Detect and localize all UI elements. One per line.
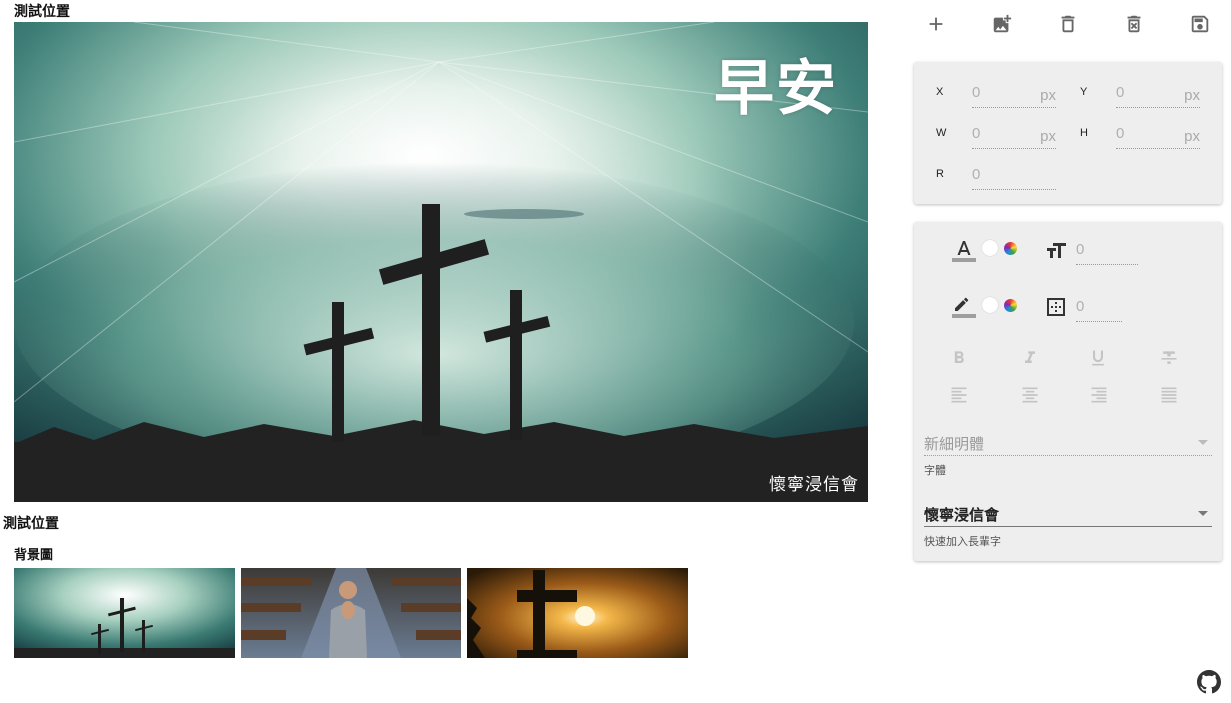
- text-color-button[interactable]: [952, 238, 976, 262]
- thumbnail-image: [467, 568, 688, 658]
- canvas-title-text[interactable]: 早安: [714, 40, 838, 127]
- plus-icon: [929, 17, 943, 31]
- thumbnail-image: [14, 568, 235, 658]
- thumbnail-cross-sunset[interactable]: [467, 568, 688, 658]
- font-family-select[interactable]: 新細明體: [924, 430, 1212, 456]
- align-center-icon: [1022, 387, 1038, 403]
- w-field[interactable]: px: [972, 123, 1056, 149]
- delete-button[interactable]: [1054, 10, 1082, 38]
- stroke-color-picker-icon[interactable]: [1004, 299, 1017, 312]
- stroke-width-field[interactable]: [1076, 296, 1122, 322]
- delete-forever-icon: [1127, 15, 1141, 33]
- align-left-icon: [951, 387, 967, 403]
- y-unit: px: [1184, 87, 1200, 104]
- x-label: X: [936, 86, 944, 98]
- w-input[interactable]: [972, 125, 1032, 142]
- strikethrough-icon: [1161, 351, 1177, 364]
- h-input[interactable]: [1116, 125, 1176, 142]
- y-field[interactable]: px: [1116, 82, 1200, 108]
- delete-all-button[interactable]: [1120, 10, 1148, 38]
- text-color-picker-icon[interactable]: [1004, 242, 1017, 255]
- bold-button[interactable]: [949, 348, 969, 368]
- y-input[interactable]: [1116, 84, 1176, 101]
- x-field[interactable]: px: [972, 82, 1056, 108]
- backgrounds-title: 背景圖: [14, 548, 54, 563]
- w-label: W: [936, 127, 947, 139]
- font-size-input[interactable]: [1076, 241, 1126, 258]
- h-field[interactable]: px: [1116, 123, 1200, 149]
- pencil-icon: [952, 297, 976, 318]
- italic-button[interactable]: [1020, 348, 1040, 368]
- canvas-footer-text[interactable]: 懷寧浸信會: [769, 470, 859, 495]
- add-image-button[interactable]: [988, 10, 1016, 38]
- text-color-swatch[interactable]: [982, 240, 998, 256]
- align-center-button[interactable]: [1020, 385, 1040, 405]
- preview-title: 測試位置: [14, 4, 70, 20]
- chevron-down-icon: [1198, 511, 1208, 516]
- save-icon: [1191, 15, 1209, 33]
- chevron-down-icon: [1198, 440, 1208, 445]
- align-justify-icon: [1161, 387, 1177, 403]
- add-image-icon: [993, 14, 1012, 33]
- bold-icon: [954, 351, 964, 363]
- quick-text-select[interactable]: 懷寧浸信會: [924, 501, 1212, 527]
- font-family-helper: 字體: [924, 464, 946, 477]
- align-justify-button[interactable]: [1159, 385, 1179, 405]
- w-unit: px: [1040, 128, 1056, 145]
- stroke-width-input[interactable]: [1076, 298, 1116, 315]
- thumbnail-praying-man[interactable]: [241, 568, 461, 658]
- underline-button[interactable]: [1088, 348, 1108, 368]
- align-right-icon: [1091, 387, 1107, 403]
- style-panel: 新細明體 字體 懷寧浸信會 快速加入長輩字: [914, 222, 1222, 561]
- stroke-color-button[interactable]: [952, 294, 976, 318]
- h-unit: px: [1184, 128, 1200, 145]
- thumbnail-image: [241, 568, 461, 658]
- font-size-field[interactable]: [1076, 239, 1138, 265]
- italic-icon: [1025, 351, 1035, 363]
- quick-text-value: 懷寧浸信會: [924, 506, 1000, 524]
- github-link[interactable]: [1197, 670, 1221, 694]
- font-family-value: 新細明體: [924, 435, 985, 453]
- h-label: H: [1080, 127, 1088, 139]
- r-field[interactable]: [972, 164, 1056, 190]
- y-label: Y: [1080, 86, 1088, 98]
- align-right-button[interactable]: [1089, 385, 1109, 405]
- strikethrough-button[interactable]: [1159, 348, 1179, 368]
- thumbnail-three-crosses[interactable]: [14, 568, 235, 658]
- x-input[interactable]: [972, 84, 1032, 101]
- save-button[interactable]: [1186, 10, 1214, 38]
- quick-text-helper: 快速加入長輩字: [924, 535, 1001, 548]
- delete-icon: [1061, 15, 1075, 33]
- font-size-icon: [1044, 239, 1068, 263]
- github-icon: [1197, 670, 1221, 694]
- align-left-button[interactable]: [949, 385, 969, 405]
- section-title: 測試位置: [3, 516, 59, 532]
- preview-canvas[interactable]: 早安 懷寧浸信會: [14, 22, 868, 502]
- x-unit: px: [1040, 87, 1056, 104]
- underline-icon: [1092, 350, 1104, 366]
- stroke-width-icon: [1044, 295, 1068, 319]
- stroke-color-swatch[interactable]: [982, 297, 998, 313]
- text-color-icon: [952, 241, 976, 262]
- r-label: R: [936, 168, 944, 180]
- r-input[interactable]: [972, 166, 1032, 183]
- position-panel: X px Y px W px H px R: [914, 62, 1222, 204]
- add-text-button[interactable]: [922, 10, 950, 38]
